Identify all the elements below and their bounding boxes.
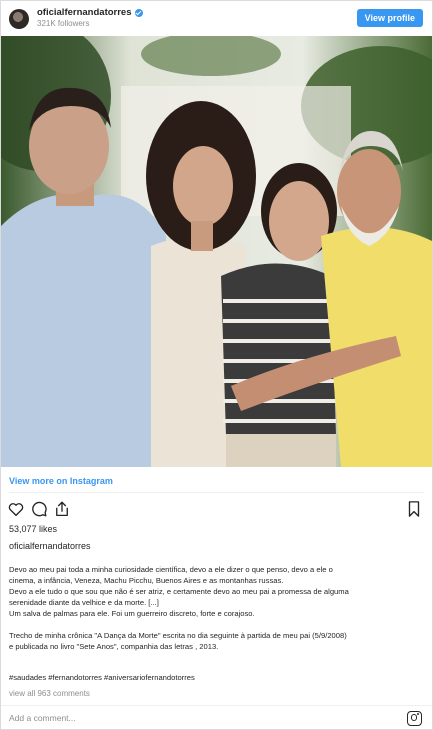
bookmark-icon[interactable]: [406, 500, 422, 518]
like-count[interactable]: 53,077 likes: [9, 524, 57, 534]
user-info: oficialfernandatorres 321K followers: [37, 7, 143, 29]
caption-line: serenidade diante da velhice e da morte.…: [9, 598, 159, 607]
username-row: oficialfernandatorres: [37, 7, 143, 18]
follower-count: 321K followers: [37, 19, 90, 29]
caption-username[interactable]: oficialfernandatorres: [9, 541, 91, 551]
instagram-logo-icon[interactable]: [407, 710, 422, 726]
comment-footer: Add a comment...: [1, 705, 432, 730]
view-more-link[interactable]: View more on Instagram: [9, 476, 113, 486]
post-photo[interactable]: [1, 36, 432, 467]
verified-badge-icon: [134, 9, 143, 18]
action-bar: [7, 500, 76, 518]
share-icon[interactable]: [53, 500, 71, 518]
family-photo-image: [1, 36, 432, 467]
instagram-embed: oficialfernandatorres 321K followers Vie…: [0, 0, 433, 730]
divider: [9, 492, 424, 493]
caption-line: cinema, a infância, Veneza, Machu Picchu…: [9, 576, 284, 585]
username-link[interactable]: oficialfernandatorres: [37, 7, 132, 18]
profile-avatar[interactable]: [9, 8, 29, 29]
post-header: oficialfernandatorres 321K followers Vie…: [1, 1, 432, 36]
caption-line: Devo a ele tudo o que sou que não é ser …: [9, 587, 349, 596]
caption-line: e publicada no livro "Sete Anos", compan…: [9, 642, 219, 651]
post-caption: Devo ao meu pai toda a minha curiosidade…: [9, 564, 424, 652]
caption-line: Um salva de palmas para ele. Foi um guer…: [9, 609, 255, 618]
hashtags[interactable]: #saudades #fernandotorres #aniversariofe…: [9, 673, 195, 682]
caption-line: Devo ao meu pai toda a minha curiosidade…: [9, 565, 333, 574]
view-all-comments-link[interactable]: view all 963 comments: [9, 689, 90, 698]
add-comment-input[interactable]: Add a comment...: [9, 713, 407, 723]
heart-icon[interactable]: [7, 500, 25, 518]
view-profile-button[interactable]: View profile: [356, 9, 423, 27]
caption-line: Trecho de minha crônica "A Dança da Mort…: [9, 631, 347, 640]
comment-bubble-icon[interactable]: [30, 500, 48, 518]
